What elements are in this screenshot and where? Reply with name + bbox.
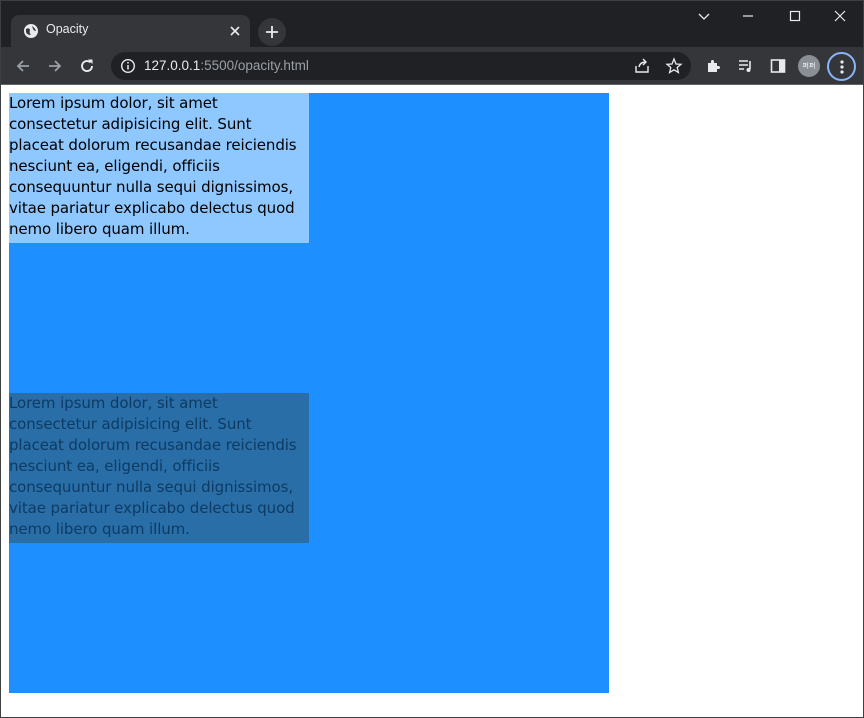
- back-button[interactable]: [11, 54, 35, 78]
- reload-button[interactable]: [75, 54, 99, 78]
- browser-toolbar: 127.0.0.1:5500/opacity.html 퍼퍼: [1, 47, 863, 85]
- address-bar[interactable]: 127.0.0.1:5500/opacity.html: [111, 52, 691, 80]
- browser-window: Opacity 127.0.0.1:5500/opacity.html 퍼퍼 L…: [0, 0, 864, 718]
- window-close-button[interactable]: [817, 1, 863, 31]
- kebab-menu-icon: [840, 60, 844, 74]
- share-icon[interactable]: [633, 57, 651, 75]
- blue-container: Lorem ipsum dolor, sit amet consectetur …: [9, 93, 609, 693]
- chevron-down-icon: [698, 13, 710, 20]
- media-queue-icon: [739, 60, 751, 72]
- back-icon: [16, 60, 29, 72]
- new-tab-button[interactable]: [258, 18, 286, 46]
- info-icon[interactable]: [120, 58, 136, 74]
- minimize-button[interactable]: [725, 1, 771, 31]
- plus-icon: [266, 26, 278, 38]
- reload-icon: [81, 59, 93, 72]
- tab-title: Opacity: [46, 22, 89, 36]
- url-host: 127.0.0.1: [144, 58, 201, 73]
- minimize-icon: [743, 15, 753, 17]
- close-icon[interactable]: [228, 24, 242, 38]
- extensions-button[interactable]: [702, 54, 726, 78]
- window-close-icon: [834, 10, 846, 22]
- url-text: 127.0.0.1:5500/opacity.html: [144, 58, 309, 73]
- tab-opacity[interactable]: Opacity: [11, 15, 250, 47]
- forward-button[interactable]: [43, 54, 67, 78]
- media-queue-button[interactable]: [734, 54, 758, 78]
- globe-icon: [24, 24, 38, 38]
- tab-strip: Opacity: [1, 1, 863, 47]
- avatar[interactable]: 퍼퍼: [798, 55, 820, 77]
- side-panel-button[interactable]: [766, 54, 790, 78]
- tab-search-button[interactable]: [681, 1, 727, 31]
- maximize-button[interactable]: [772, 1, 818, 31]
- maximize-icon: [789, 10, 801, 22]
- forward-icon: [49, 60, 62, 72]
- page-viewport: Lorem ipsum dolor, sit amet consectetur …: [1, 85, 863, 717]
- side-panel-icon: [770, 59, 786, 73]
- paragraph-box-opaque: Lorem ipsum dolor, sit amet consectetur …: [9, 93, 309, 243]
- browser-menu-button[interactable]: [827, 52, 856, 81]
- paragraph-box-transparent: Lorem ipsum dolor, sit amet consectetur …: [9, 393, 309, 543]
- extensions-icon: [708, 60, 720, 72]
- star-icon[interactable]: [665, 57, 683, 75]
- url-path: :5500/opacity.html: [200, 58, 309, 73]
